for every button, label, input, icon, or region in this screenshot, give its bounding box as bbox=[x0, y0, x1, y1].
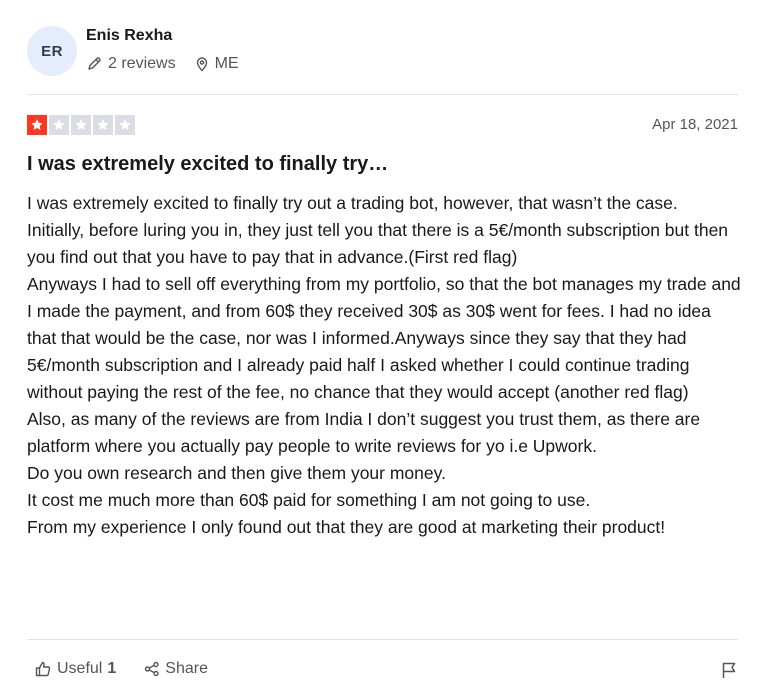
useful-label: Useful bbox=[57, 660, 103, 677]
review-paragraph: I was extremely excited to finally try o… bbox=[27, 193, 678, 213]
star-filled bbox=[27, 115, 47, 135]
location-text: ME bbox=[214, 55, 239, 72]
review-paragraph: It cost me much more than 60$ paid for s… bbox=[27, 490, 591, 510]
thumbs-up-icon bbox=[34, 660, 52, 678]
star-empty bbox=[49, 115, 69, 135]
avatar[interactable]: ER bbox=[27, 26, 77, 76]
review-card: ER Enis Rexha 2 reviews ME Apr 18, 2021 … bbox=[0, 0, 764, 690]
pencil-icon bbox=[86, 56, 102, 72]
star-icon bbox=[53, 119, 65, 130]
location-pin-icon bbox=[194, 56, 210, 72]
review-paragraph: From my experience I only found out that… bbox=[27, 517, 666, 537]
share-label: Share bbox=[165, 660, 208, 677]
star-icon bbox=[119, 119, 131, 130]
star-rating bbox=[27, 115, 137, 135]
share-button[interactable]: Share bbox=[144, 660, 208, 678]
star-icon bbox=[75, 119, 87, 130]
divider bbox=[27, 94, 738, 95]
review-count-text: 2 reviews bbox=[108, 55, 176, 72]
star-empty bbox=[71, 115, 91, 135]
review-paragraph: Also, as many of the reviews are from In… bbox=[27, 409, 701, 456]
star-icon bbox=[31, 119, 43, 130]
share-icon bbox=[144, 661, 160, 677]
avatar-initials: ER bbox=[41, 42, 63, 60]
review-date: Apr 18, 2021 bbox=[652, 116, 738, 133]
reviewer-name[interactable]: Enis Rexha bbox=[86, 27, 172, 45]
star-empty bbox=[115, 115, 135, 135]
review-title[interactable]: I was extremely excited to finally try… bbox=[27, 153, 388, 176]
reviewer-location: ME bbox=[194, 55, 239, 73]
review-paragraph: Anyways I had to sell off everything fro… bbox=[27, 274, 741, 402]
star-icon bbox=[97, 119, 109, 130]
review-actions: Useful 1 Share bbox=[34, 660, 208, 678]
review-count: 2 reviews bbox=[86, 55, 176, 73]
star-empty bbox=[93, 115, 113, 135]
review-paragraph: Initially, before luring you in, they ju… bbox=[27, 220, 729, 267]
useful-button[interactable]: Useful 1 bbox=[34, 660, 116, 678]
useful-count: 1 bbox=[107, 660, 117, 677]
flag-icon[interactable] bbox=[720, 661, 738, 679]
review-body: I was extremely excited to finally try o… bbox=[27, 190, 743, 541]
divider bbox=[27, 639, 738, 640]
reviewer-meta: 2 reviews ME bbox=[86, 55, 239, 73]
review-paragraph: Do you own research and then give them y… bbox=[27, 463, 446, 483]
